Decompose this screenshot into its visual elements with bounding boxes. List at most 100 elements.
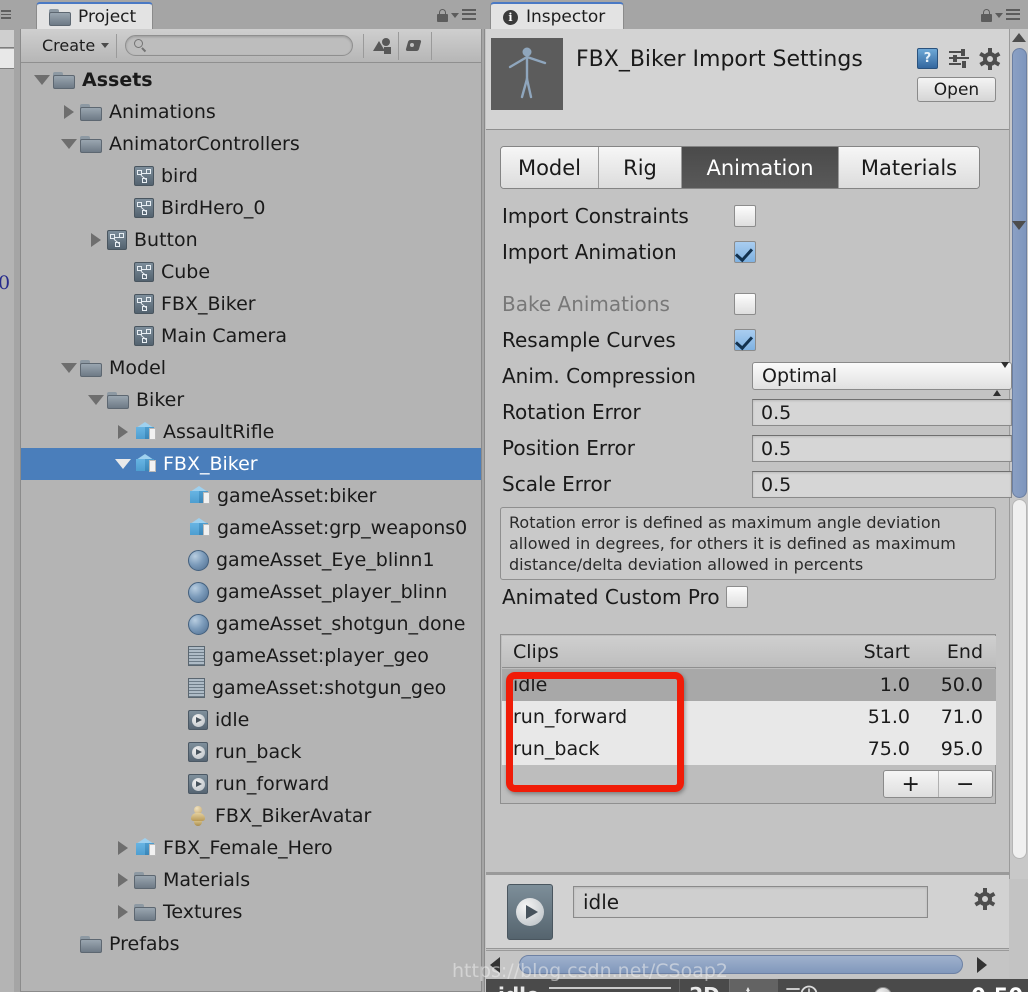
setting-row-position-error: Position Error 0.5 (502, 431, 1012, 465)
tree-row[interactable]: Materials (21, 864, 481, 896)
hamburger-menu-icon[interactable] (1006, 9, 1020, 22)
tree-row[interactable]: gameAsset_shotgun_done (21, 608, 481, 640)
tree-row[interactable]: FBX_Female_Hero (21, 832, 481, 864)
tab-animation[interactable]: Animation (682, 147, 839, 188)
shapes-icon (373, 37, 392, 54)
axis-gizmo-icon[interactable] (729, 979, 777, 992)
create-button[interactable]: Create (33, 33, 118, 58)
setting-row-resample-curves: Resample Curves (502, 323, 756, 357)
asset-tree[interactable]: Assets Animations AnimatorControllers bird B… (21, 64, 481, 991)
left-sliver-tab-a[interactable] (0, 30, 14, 48)
left-sliver-menu-icon[interactable] (1, 10, 11, 19)
expand-arrow-down-icon[interactable] (58, 363, 80, 373)
filter-by-label-button[interactable] (399, 31, 433, 60)
cube-prefab-icon (134, 422, 156, 442)
tab-rig[interactable]: Rig (599, 147, 682, 188)
expand-arrow-right-icon[interactable] (85, 233, 107, 247)
clip-row[interactable]: run_back 75.0 95.0 (502, 733, 996, 765)
setting-checkbox[interactable] (734, 293, 756, 315)
tree-row[interactable]: gameAsset_player_blinn (21, 576, 481, 608)
scrollbar-thumb[interactable] (1012, 48, 1027, 498)
tree-row[interactable]: gameAsset:grp_weapons0 (21, 512, 481, 544)
lock-icon[interactable] (437, 9, 448, 23)
gear-icon[interactable] (974, 888, 996, 910)
number-input[interactable]: 0.5 (752, 399, 1012, 426)
tab-inspector[interactable]: i Inspector (490, 2, 625, 30)
clip-name: run_back (513, 738, 600, 760)
import-settings-tabs[interactable]: Model Rig Animation Materials (500, 146, 980, 189)
preview-clip-field[interactable]: idle (573, 886, 928, 918)
tree-row[interactable]: Cube (21, 256, 481, 288)
expand-arrow-right-icon[interactable] (58, 105, 80, 119)
lock-icon[interactable] (981, 9, 992, 23)
tree-row[interactable]: gameAsset:shotgun_geo (21, 672, 481, 704)
tree-row[interactable]: idle (21, 704, 481, 736)
tab-materials[interactable]: Materials (839, 147, 979, 188)
chevron-down-icon[interactable] (451, 13, 459, 19)
setting-row-scale-error: Scale Error 0.5 (502, 467, 1012, 501)
setting-checkbox[interactable] (734, 241, 756, 263)
tree-row[interactable]: gameAsset:biker (21, 480, 481, 512)
arrow-right-icon[interactable] (977, 957, 987, 973)
setting-checkbox[interactable] (734, 329, 756, 351)
speed-slider-knob[interactable] (874, 987, 892, 992)
clip-end: 95.0 (940, 738, 983, 760)
add-clip-button[interactable]: + (884, 771, 939, 797)
number-input[interactable]: 0.5 (752, 471, 1012, 498)
clip-start: 51.0 (867, 706, 910, 728)
scroll-down-arrow-icon[interactable] (1012, 221, 1026, 230)
tree-row[interactable]: Main Camera (21, 320, 481, 352)
tree-row[interactable]: Animations (21, 96, 481, 128)
expand-arrow-right-icon[interactable] (112, 873, 134, 887)
clip-row[interactable]: run_forward 51.0 71.0 (502, 701, 996, 733)
tab-project-label: Project (78, 7, 137, 27)
expand-arrow-down-icon[interactable] (31, 75, 53, 85)
number-input[interactable]: 0.5 (752, 435, 1012, 462)
animated-custom-pro-checkbox[interactable] (725, 586, 748, 608)
clip-row[interactable]: idle 1.0 50.0 (502, 669, 996, 701)
tree-row[interactable]: FBX_BikerAvatar (21, 800, 481, 832)
tab-project[interactable]: Project (36, 2, 154, 30)
expand-arrow-down-icon[interactable] (58, 139, 80, 149)
tree-row[interactable]: AnimatorControllers (21, 128, 481, 160)
tree-row[interactable]: Assets (21, 64, 481, 96)
gear-icon[interactable] (979, 47, 1001, 70)
chevron-down-icon[interactable] (995, 13, 1003, 19)
expand-arrow-down-icon[interactable] (112, 459, 134, 469)
tree-row[interactable]: gameAsset_Eye_blinn1 (21, 544, 481, 576)
filter-by-type-button[interactable] (366, 31, 400, 60)
expand-arrow-right-icon[interactable] (112, 841, 134, 855)
search-input[interactable] (125, 35, 354, 56)
tree-row[interactable]: run_back (21, 736, 481, 768)
preset-sliders-icon[interactable] (949, 48, 969, 68)
anim-compression-dropdown[interactable]: Optimal (752, 362, 1012, 396)
tree-row[interactable]: FBX_Biker (21, 288, 481, 320)
tree-row[interactable]: Textures (21, 896, 481, 928)
hamburger-menu-icon[interactable] (462, 9, 476, 22)
tree-item-label: Animations (109, 101, 216, 123)
tree-row[interactable]: gameAsset:player_geo (21, 640, 481, 672)
open-button[interactable]: Open (917, 77, 996, 102)
expand-arrow-right-icon[interactable] (112, 905, 134, 919)
scrollbar-track[interactable] (1012, 499, 1027, 859)
tree-row[interactable]: bird (21, 160, 481, 192)
tree-row[interactable]: Model (21, 352, 481, 384)
left-sliver-tab-b[interactable] (0, 49, 14, 69)
clips-add-remove-buttons[interactable]: + − (883, 770, 993, 798)
tree-row-selected[interactable]: FBX_Biker (21, 448, 481, 480)
tree-row[interactable]: AssaultRifle (21, 416, 481, 448)
setting-checkbox[interactable] (734, 205, 756, 227)
tab-model[interactable]: Model (501, 147, 599, 188)
scroll-up-arrow-icon[interactable] (1012, 33, 1026, 42)
preview-play-button[interactable] (507, 884, 553, 940)
remove-clip-button[interactable]: − (939, 771, 993, 797)
tree-row[interactable]: BirdHero_0 (21, 192, 481, 224)
help-book-icon[interactable]: ? (917, 48, 938, 69)
tree-row[interactable]: run_forward (21, 768, 481, 800)
expand-arrow-right-icon[interactable] (112, 425, 134, 439)
lighting-clock-icon[interactable] (786, 984, 822, 992)
expand-arrow-down-icon[interactable] (85, 395, 107, 405)
tree-row[interactable]: Prefabs (21, 928, 481, 960)
tree-row[interactable]: Biker (21, 384, 481, 416)
tree-row[interactable]: Button (21, 224, 481, 256)
